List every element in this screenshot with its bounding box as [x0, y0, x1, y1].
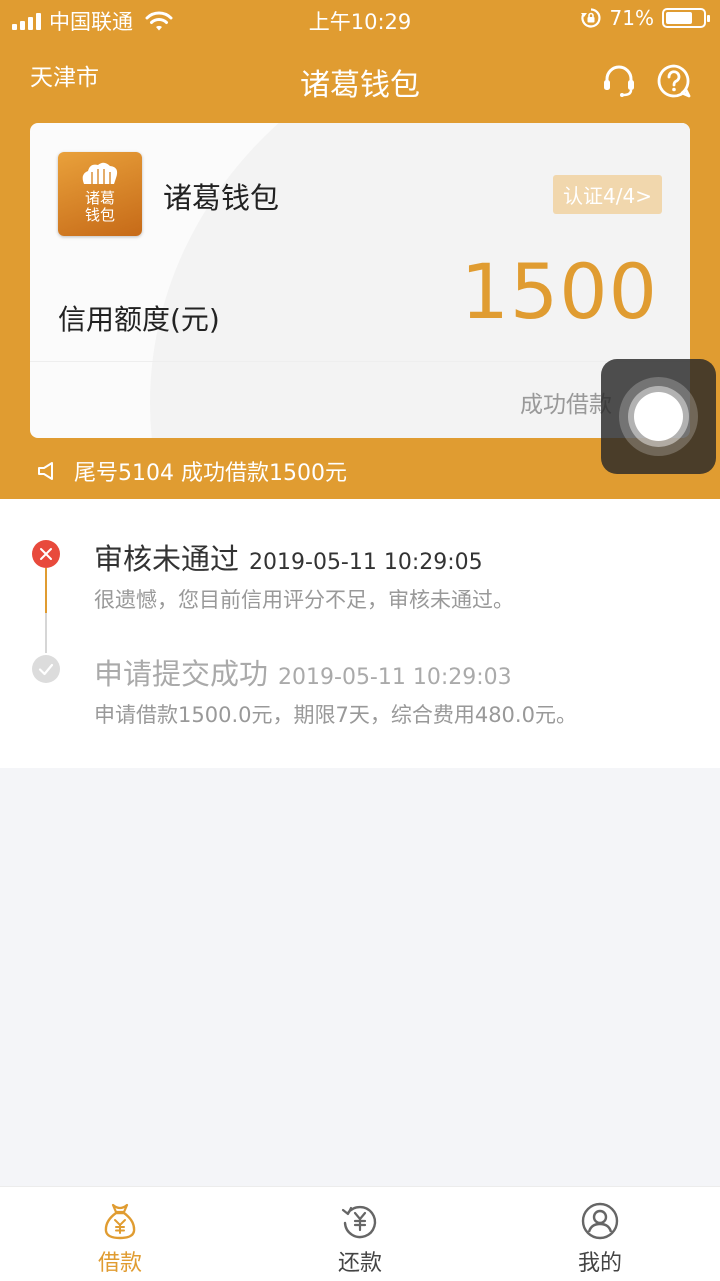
- timeline-item-submitted: 申请提交成功 2019-05-11 10:29:03 申请借款1500.0元，期限…: [94, 651, 577, 729]
- tab-borrow[interactable]: 借款: [60, 1201, 180, 1277]
- timeline-title: 申请提交成功: [94, 657, 269, 691]
- chef-hat-icon: [82, 162, 118, 184]
- logo-text: 诸葛 钱包: [84, 189, 115, 224]
- battery-icon: [662, 8, 710, 28]
- fail-status-icon: [32, 540, 60, 568]
- card-product-name: 诸葛钱包: [163, 181, 280, 215]
- speaker-icon: [38, 462, 53, 480]
- battery-percent: 71%: [609, 6, 654, 30]
- help-icon[interactable]: [656, 63, 692, 99]
- app-logo: 诸葛 钱包: [58, 152, 142, 236]
- money-bag-icon: [104, 1203, 136, 1240]
- check-status-icon: [32, 655, 60, 683]
- timeline-title: 审核未通过: [94, 542, 240, 576]
- timeline-time: 2019-05-11 10:29:05: [249, 550, 483, 575]
- tab-label: 借款: [97, 1251, 142, 1276]
- success-loan-link[interactable]: 成功借款: [520, 385, 612, 419]
- credit-limit-value: 1500: [460, 247, 658, 336]
- notice-bar: 尾号5104 成功借款1500元: [36, 455, 347, 487]
- credit-limit-label: 信用额度(元): [58, 303, 220, 336]
- timeline-description: 很遗憾，您目前信用评分不足，审核未通过。: [94, 588, 514, 612]
- credit-card-panel[interactable]: 诸葛 钱包 诸葛钱包 认证4/4> 信用额度(元) 1500 成功借款: [30, 123, 690, 438]
- tab-label: 我的: [577, 1251, 622, 1276]
- certification-badge[interactable]: 认证4/4>: [553, 175, 662, 214]
- assistive-touch-button[interactable]: [601, 359, 716, 474]
- timeline-description: 申请借款1500.0元，期限7天，综合费用480.0元。: [94, 703, 577, 727]
- timeline-time: 2019-05-11 10:29:03: [278, 665, 512, 690]
- application-timeline: 审核未通过 2019-05-11 10:29:05 很遗憾，您目前信用评分不足，审…: [0, 499, 720, 768]
- tab-profile[interactable]: 我的: [540, 1201, 660, 1277]
- tab-repay[interactable]: 还款: [300, 1201, 420, 1277]
- timeline-line-active: [45, 568, 47, 613]
- card-divider: [30, 361, 690, 362]
- headset-icon[interactable]: [601, 63, 637, 99]
- status-bar: 中国联通 上午10:29 71%: [0, 0, 720, 40]
- status-right: 71%: [580, 6, 710, 30]
- profile-icon: [581, 1202, 619, 1240]
- battery-fill: [666, 12, 692, 24]
- bottom-tab-bar: 借款 还款 我的: [0, 1186, 720, 1281]
- timeline-item-rejected: 审核未通过 2019-05-11 10:29:05 很遗憾，您目前信用评分不足，审…: [94, 536, 514, 614]
- notice-text: 尾号5104 成功借款1500元: [74, 461, 347, 486]
- repay-icon: [341, 1205, 377, 1239]
- timeline-line: [45, 613, 47, 653]
- rotation-lock-icon: [580, 8, 601, 28]
- assistive-ring-inner: [634, 392, 683, 441]
- tab-label: 还款: [337, 1251, 382, 1276]
